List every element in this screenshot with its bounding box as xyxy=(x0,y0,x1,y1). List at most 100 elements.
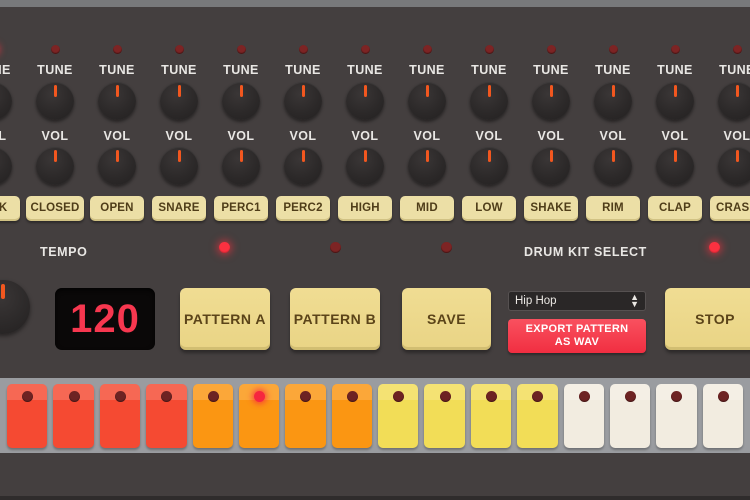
vol-label-high: VOL xyxy=(351,128,379,143)
tune-label-closed: TUNE xyxy=(37,63,73,77)
vol-knob-clap[interactable] xyxy=(656,147,694,185)
step-pad-16[interactable] xyxy=(702,383,743,448)
vol-knob-perc1[interactable] xyxy=(222,147,260,185)
vol-knob-perc2[interactable] xyxy=(284,147,322,185)
channel-kick: TUNE VOL KICK xyxy=(0,7,24,239)
tune-knob-clap[interactable] xyxy=(656,81,694,120)
tune-knob-shake[interactable] xyxy=(532,81,570,120)
channel-led-mid xyxy=(422,45,432,54)
drum-kit-select-dropdown[interactable]: Hip Hop ▲ ▼ xyxy=(508,291,646,311)
vol-knob-rim[interactable] xyxy=(594,147,632,185)
instrument-button-rim[interactable]: RIM xyxy=(586,196,640,221)
step-pad-3[interactable] xyxy=(99,383,141,448)
channel-led-open xyxy=(112,45,122,54)
tune-knob-perc1[interactable] xyxy=(222,81,260,120)
instrument-button-high[interactable]: HIGH xyxy=(338,196,392,221)
instrument-button-kick[interactable]: KICK xyxy=(0,196,20,221)
led-stop xyxy=(709,242,720,253)
tune-knob-rim[interactable] xyxy=(594,81,632,120)
instrument-button-clap[interactable]: CLAP xyxy=(648,196,702,221)
tune-knob-kick[interactable] xyxy=(0,81,12,120)
vol-knob-shake[interactable] xyxy=(532,147,570,185)
step-led-9 xyxy=(393,390,405,402)
led-save xyxy=(441,242,452,253)
tune-knob-perc2[interactable] xyxy=(284,81,322,120)
step-pad-14[interactable] xyxy=(609,383,651,448)
step-pad-8[interactable] xyxy=(331,383,372,448)
step-pad-12[interactable] xyxy=(517,383,558,448)
tune-knob-pointer xyxy=(301,84,305,97)
step-led-15 xyxy=(671,390,683,402)
vol-knob-pointer xyxy=(611,150,615,162)
instrument-button-open[interactable]: OPEN xyxy=(90,196,144,221)
vol-knob-open[interactable] xyxy=(98,147,136,185)
instrument-button-low[interactable]: LOW xyxy=(462,196,516,221)
vol-knob-snare[interactable] xyxy=(160,147,198,185)
instrument-button-shake[interactable]: SHAKE xyxy=(524,196,578,221)
vol-knob-pointer xyxy=(549,150,553,162)
step-pad-4[interactable] xyxy=(146,383,187,448)
vol-knob-high[interactable] xyxy=(346,147,384,185)
tempo-knob[interactable] xyxy=(0,280,30,334)
vol-knob-kick[interactable] xyxy=(0,147,12,185)
step-pad-6[interactable] xyxy=(238,383,280,448)
save-button[interactable]: SAVE xyxy=(402,288,491,350)
vol-knob-crash[interactable] xyxy=(718,147,750,185)
step-pad-15[interactable] xyxy=(656,383,697,448)
step-pad-11[interactable] xyxy=(470,383,512,448)
channel-shake: TUNE VOL SHAKE xyxy=(520,7,582,239)
vol-knob-low[interactable] xyxy=(470,147,508,185)
tune-knob-closed[interactable] xyxy=(36,81,74,120)
tune-label-crash: TUNE xyxy=(719,63,750,77)
channel-mid: TUNE VOL MID xyxy=(396,7,458,239)
tune-knob-high[interactable] xyxy=(346,81,384,120)
tune-knob-pointer xyxy=(673,84,677,97)
tune-knob-mid[interactable] xyxy=(408,81,446,120)
vol-label-crash: VOL xyxy=(723,128,750,143)
instrument-button-crash[interactable]: CRASH xyxy=(710,196,750,221)
channel-crash: TUNE VOL CRASH xyxy=(706,7,750,239)
tune-knob-pointer xyxy=(549,84,553,97)
export-pattern-as-wav-button[interactable]: EXPORT PATTERN AS WAV xyxy=(508,319,646,353)
step-led-7 xyxy=(300,390,312,402)
tempo-display: 120 xyxy=(55,288,155,350)
vol-knob-pointer xyxy=(301,150,305,162)
export-button-line2: AS WAV xyxy=(554,336,600,348)
step-pad-2[interactable] xyxy=(53,383,94,448)
step-pad-13[interactable] xyxy=(563,383,604,448)
vol-knob-closed[interactable] xyxy=(36,147,74,185)
step-pad-10[interactable] xyxy=(424,383,465,448)
stop-button[interactable]: STOP xyxy=(665,288,750,350)
channel-perc2: TUNE VOL PERC2 xyxy=(272,7,334,239)
step-led-11 xyxy=(485,390,497,402)
tune-knob-crash[interactable] xyxy=(718,81,750,120)
instrument-button-snare[interactable]: SNARE xyxy=(152,196,206,221)
channel-led-high xyxy=(360,45,370,54)
tune-knob-snare[interactable] xyxy=(160,81,198,120)
tune-label-kick: TUNE xyxy=(0,63,11,77)
vol-label-low: VOL xyxy=(475,128,503,143)
step-pad-1[interactable] xyxy=(7,383,48,448)
chevron-updown-icon: ▲ ▼ xyxy=(630,292,639,309)
channel-led-clap xyxy=(670,45,680,54)
pattern-a-button[interactable]: PATTERN A xyxy=(180,288,270,350)
pattern-b-button[interactable]: PATTERN B xyxy=(290,288,380,350)
tune-knob-open[interactable] xyxy=(98,81,136,120)
channel-led-closed xyxy=(50,45,60,54)
instrument-button-mid[interactable]: MID xyxy=(400,196,454,221)
step-pad-9[interactable] xyxy=(378,383,419,448)
control-row: TEMPO DRUM KIT SELECT 120 PATTERN A PATT… xyxy=(0,242,750,375)
instrument-button-perc1[interactable]: PERC1 xyxy=(214,196,268,221)
vol-knob-pointer xyxy=(735,150,739,162)
instrument-button-perc2[interactable]: PERC2 xyxy=(276,196,330,221)
drum-kit-selected-value: Hip Hop xyxy=(515,295,557,307)
vol-knob-mid[interactable] xyxy=(408,147,446,185)
instrument-button-closed[interactable]: CLOSED xyxy=(26,196,84,221)
step-led-4 xyxy=(161,390,173,402)
tune-knob-low[interactable] xyxy=(470,81,508,120)
tune-knob-pointer xyxy=(735,84,739,97)
tune-knob-pointer xyxy=(487,84,491,97)
step-pad-5[interactable] xyxy=(192,383,233,448)
tempo-knob-pointer xyxy=(1,284,5,299)
step-pad-7[interactable] xyxy=(285,383,326,448)
